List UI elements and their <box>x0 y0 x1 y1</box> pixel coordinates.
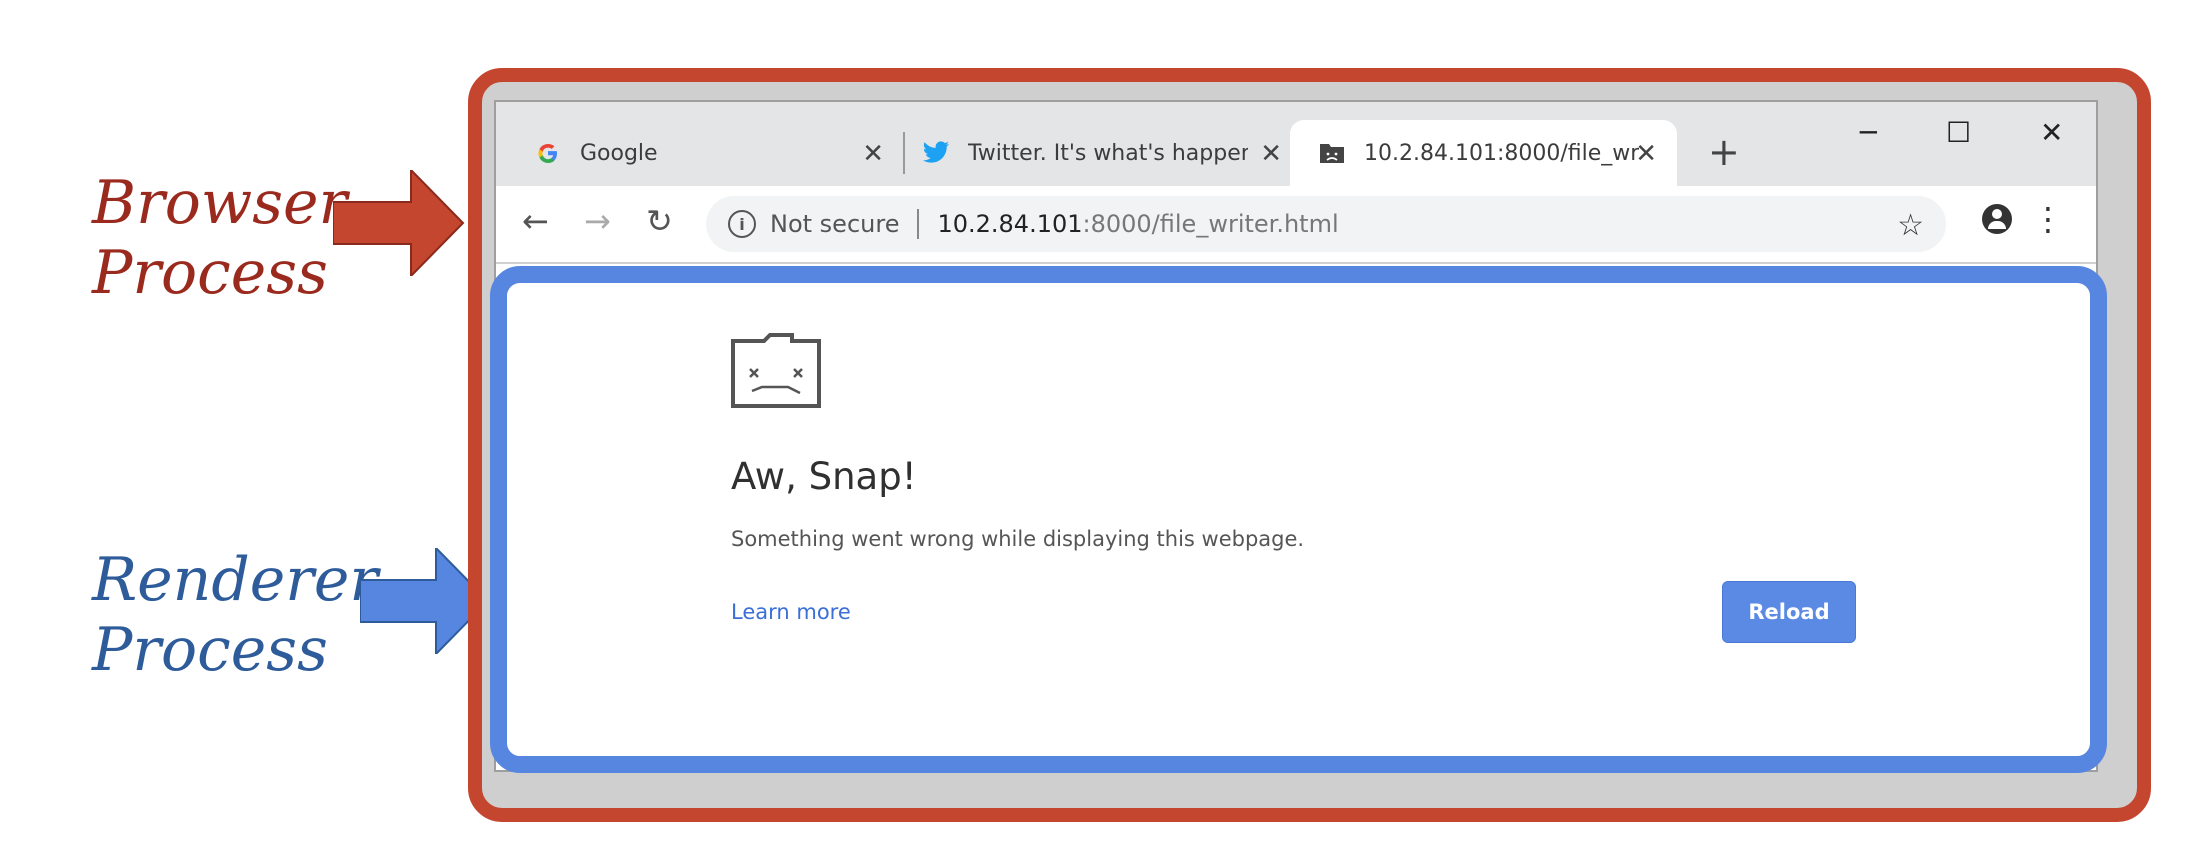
url-host: 10.2.84.101 <box>937 210 1083 238</box>
error-message: Something went wrong while displaying th… <box>731 527 1305 551</box>
sad-tab-icon <box>731 333 821 408</box>
info-icon[interactable]: i <box>728 210 756 238</box>
learn-more-link[interactable]: Learn more <box>731 600 851 624</box>
tab-active[interactable]: 10.2.84.101:8000/file_write ✕ <box>1290 120 1677 186</box>
maximize-button[interactable]: ☐ <box>1946 116 1971 149</box>
twitter-bird-icon <box>922 139 950 167</box>
toolbar: ← → ↻ i Not secure 10.2.84.101:8000/file… <box>496 186 2096 264</box>
close-window-button[interactable]: ✕ <box>2040 116 2063 149</box>
tab-title: Twitter. It's what's happenin <box>968 140 1248 166</box>
google-g-icon <box>534 139 562 167</box>
renderer-process-label: Renderer Process <box>92 545 378 685</box>
error-title: Aw, Snap! <box>731 455 917 498</box>
menu-dots-icon[interactable]: ⋮ <box>2032 200 2064 238</box>
reload-page-button[interactable]: ↻ <box>646 202 673 240</box>
tab-twitter[interactable]: Twitter. It's what's happenin ✕ <box>922 120 1302 186</box>
tab-title: Google <box>580 140 658 166</box>
address-bar[interactable]: i Not secure 10.2.84.101:8000/file_write… <box>706 196 1946 252</box>
minimize-button[interactable]: ─ <box>1860 116 1877 149</box>
forward-button[interactable]: → <box>584 202 611 240</box>
close-icon[interactable]: ✕ <box>1635 139 1657 169</box>
bookmark-star-icon[interactable]: ☆ <box>1897 208 1924 243</box>
back-button[interactable]: ← <box>522 202 549 240</box>
renderer-label-line2: Process <box>92 615 328 685</box>
renderer-label-line1: Renderer <box>92 545 379 615</box>
browser-label-line1: Browser <box>92 168 348 238</box>
omnibox-divider <box>917 209 920 239</box>
browser-process-label: Browser Process <box>92 168 347 308</box>
browser-label-line2: Process <box>92 238 328 308</box>
new-tab-button[interactable]: + <box>1708 130 1740 174</box>
tab-strip: Google ✕ Twitter. It's what's happenin ✕… <box>496 102 2096 186</box>
reload-button[interactable]: Reload <box>1722 581 1856 643</box>
close-icon[interactable]: ✕ <box>1260 139 1282 169</box>
tab-title: 10.2.84.101:8000/file_write <box>1364 140 1639 166</box>
tab-google[interactable]: Google ✕ <box>534 120 904 186</box>
url-path: :8000/file_writer.html <box>1082 210 1339 238</box>
tab-separator <box>903 132 905 174</box>
browser-arrow-icon <box>333 170 465 276</box>
sad-folder-icon <box>1318 139 1346 167</box>
close-icon[interactable]: ✕ <box>862 139 884 169</box>
security-label: Not secure <box>770 210 900 238</box>
profile-avatar-icon[interactable] <box>1982 204 2012 234</box>
